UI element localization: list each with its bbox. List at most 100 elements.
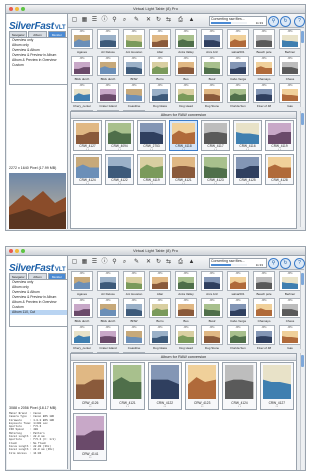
help-icon[interactable]: ? <box>294 258 305 269</box>
thumbnail-item[interactable]: JPG Chery_center <box>70 83 94 109</box>
tools-icon[interactable]: ✎ <box>132 16 141 25</box>
thumbnail-item[interactable]: JPG Blick durch <box>70 56 94 82</box>
album-item[interactable]: CRW_4127 • • <box>259 362 294 410</box>
thumbnail-item[interactable]: JPG Chamayo <box>252 56 276 82</box>
thumbnail-item[interactable]: JPG Bus2 <box>200 56 224 82</box>
thumbnail-item[interactable]: JPG Bus <box>174 56 198 82</box>
thumbnail-item[interactable]: JPG Coastline <box>122 325 146 351</box>
rating-dots[interactable]: • • <box>74 405 106 408</box>
thumbnail-item[interactable]: JPG Blick durch <box>96 298 120 324</box>
album-item[interactable]: CRW_4121 • • <box>110 362 145 410</box>
thumbnail-item[interactable]: JPG Dog Glass <box>148 83 172 109</box>
rating-dots[interactable]: • • <box>186 405 218 408</box>
rating-dots[interactable]: • • <box>202 182 229 185</box>
album-item[interactable]: CRW_4141 • • <box>73 413 108 461</box>
thumbnail-item[interactable]: JPG Florida Sun <box>226 83 250 109</box>
loupe-icon[interactable]: ⚲ <box>110 258 119 267</box>
thumbnail-item[interactable]: JPG Beach pole <box>252 29 276 55</box>
thumbnail-item[interactable]: JPG Chess <box>278 56 302 82</box>
album-item[interactable]: CRW_4125 • • <box>233 154 262 185</box>
thumbnail-item[interactable]: JPG Air Deluxe <box>96 29 120 55</box>
flip-icon[interactable]: ⇆ <box>164 16 173 25</box>
rating-dots[interactable]: • • <box>74 456 106 459</box>
album-item[interactable]: CRW_4123 • • <box>201 154 230 185</box>
titlebar[interactable]: Virtual Light Table (8) Pro <box>6 5 305 14</box>
rating-dots[interactable]: • • <box>202 148 229 151</box>
delete-icon[interactable]: ✕ <box>144 258 153 267</box>
thumbnail-item[interactable]: JPG BNW <box>122 56 146 82</box>
thumbnail-item[interactable]: JPG Chamayo <box>252 298 276 324</box>
rotate-icon[interactable]: ↻ <box>154 16 163 25</box>
info-icon[interactable]: ⓘ <box>100 258 109 267</box>
thumbnail-item[interactable]: JPG Anza Valley <box>174 29 198 55</box>
thumbnail-item[interactable]: JPG Blick durch <box>70 298 94 324</box>
rating-dots[interactable]: • • <box>261 405 293 408</box>
thumbnail-item[interactable]: JPG Burro <box>148 298 172 324</box>
thumbnail-item[interactable]: JPG Arc Houston <box>122 271 146 297</box>
thumbnail-item[interactable]: JPG Air Deluxe <box>96 271 120 297</box>
thumbnail-item[interactable]: JPG Beach pole <box>252 271 276 297</box>
album-item[interactable]: CRW_4123 • • <box>184 362 220 410</box>
album-item[interactable]: CRW_4117 • • <box>201 120 230 151</box>
thumbnail-item[interactable]: JPG Crater Island <box>96 325 120 351</box>
thumbnail-item[interactable]: JPG Altar <box>148 29 172 55</box>
thumbnail-item[interactable]: JPG Chery_center <box>70 325 94 351</box>
thumbnail-item[interactable]: JPG Bus2 <box>200 298 224 324</box>
light-table-icon[interactable]: ▢ <box>70 258 79 267</box>
magnifier-icon[interactable]: ⌕ <box>120 16 129 25</box>
thumbnail-item[interactable]: JPG Anza Valley <box>174 271 198 297</box>
thumbnail-item[interactable]: JPG Agaves <box>70 271 94 297</box>
rating-dots[interactable]: • • <box>149 405 181 408</box>
album-scrollbar[interactable] <box>300 111 304 227</box>
album-scrollbar[interactable] <box>300 353 304 470</box>
thumbnail-item[interactable]: JPG Chess <box>278 298 302 324</box>
rating-dots[interactable]: • • <box>106 148 133 151</box>
overview-scrollbar[interactable] <box>300 271 304 349</box>
rating-dots[interactable]: • • <box>74 148 101 151</box>
rating-dots[interactable]: • • <box>74 182 101 185</box>
thumbnail-item[interactable]: JPG salvar001 <box>226 271 250 297</box>
export-icon[interactable]: ▲ <box>187 258 196 267</box>
thumbnail-item[interactable]: JPG Florida Sun <box>226 325 250 351</box>
rating-dots[interactable]: • • <box>106 182 133 185</box>
album-item[interactable]: CRW_4124 • • <box>73 154 102 185</box>
help-icon[interactable]: ? <box>294 16 305 27</box>
rating-dots[interactable]: • • <box>138 148 165 151</box>
export-icon[interactable]: ▲ <box>187 16 196 25</box>
album-item[interactable]: CRW_4128 • • <box>265 154 294 185</box>
thumbnail-item[interactable]: JPG Dog Stone <box>200 325 224 351</box>
album-item[interactable]: CRW_4126 • • <box>73 362 108 410</box>
album-item[interactable]: CRW_4116 • • <box>233 120 262 151</box>
album-item[interactable]: CRW_4127 • • <box>73 120 102 151</box>
album-item[interactable]: CRW_4122 • • <box>105 154 134 185</box>
thumbnail-item[interactable]: JPG Arcs Ariz <box>200 29 224 55</box>
tree-item[interactable]: Custom <box>10 63 67 68</box>
grid-view-icon[interactable]: ▦ <box>80 16 89 25</box>
flip-icon[interactable]: ⇆ <box>164 258 173 267</box>
album-item[interactable]: CRW_4119 • • <box>137 154 166 185</box>
loupe-icon[interactable]: ⚲ <box>110 16 119 25</box>
rating-dots[interactable]: • • <box>111 405 143 408</box>
thumbnail-item[interactable]: JPG Altar <box>148 271 172 297</box>
rating-dots[interactable]: • • <box>234 182 261 185</box>
light-table-icon[interactable]: ▢ <box>70 16 79 25</box>
thumbnail-item[interactable]: JPG Blick durch <box>96 56 120 82</box>
thumbnail-item[interactable]: JPG Gas <box>278 325 302 351</box>
album-item[interactable]: CRW_2753 • • <box>137 120 166 151</box>
zoom-icon[interactable]: ⚲ <box>268 16 279 27</box>
thumbnail-item[interactable]: JPG Arcs Ariz <box>200 271 224 297</box>
thumbnail-item[interactable]: JPG Agaves <box>70 29 94 55</box>
thumbnail-item[interactable]: JPG Dog Stone <box>200 83 224 109</box>
print-icon[interactable]: ⎙ <box>176 16 185 25</box>
album-item[interactable]: CRW_4094 • • <box>105 120 134 151</box>
thumbnail-item[interactable]: JPG Fixer of 48 <box>252 325 276 351</box>
overview-scrollbar[interactable] <box>300 29 304 107</box>
thumbnail-item[interactable]: JPG Dog Head <box>174 83 198 109</box>
thumbnail-item[interactable]: JPG Gas <box>278 83 302 109</box>
thumbnail-item[interactable]: JPG Dog Glass <box>148 325 172 351</box>
thumbnail-item[interactable]: JPG Burro <box>148 56 172 82</box>
album-item[interactable]: CRW_4121 • • <box>169 154 198 185</box>
titlebar[interactable]: Virtual Light Table (8) Pro <box>6 247 305 256</box>
rating-dots[interactable]: • • <box>138 182 165 185</box>
thumbnail-item[interactable]: JPG Berliner <box>278 29 302 55</box>
